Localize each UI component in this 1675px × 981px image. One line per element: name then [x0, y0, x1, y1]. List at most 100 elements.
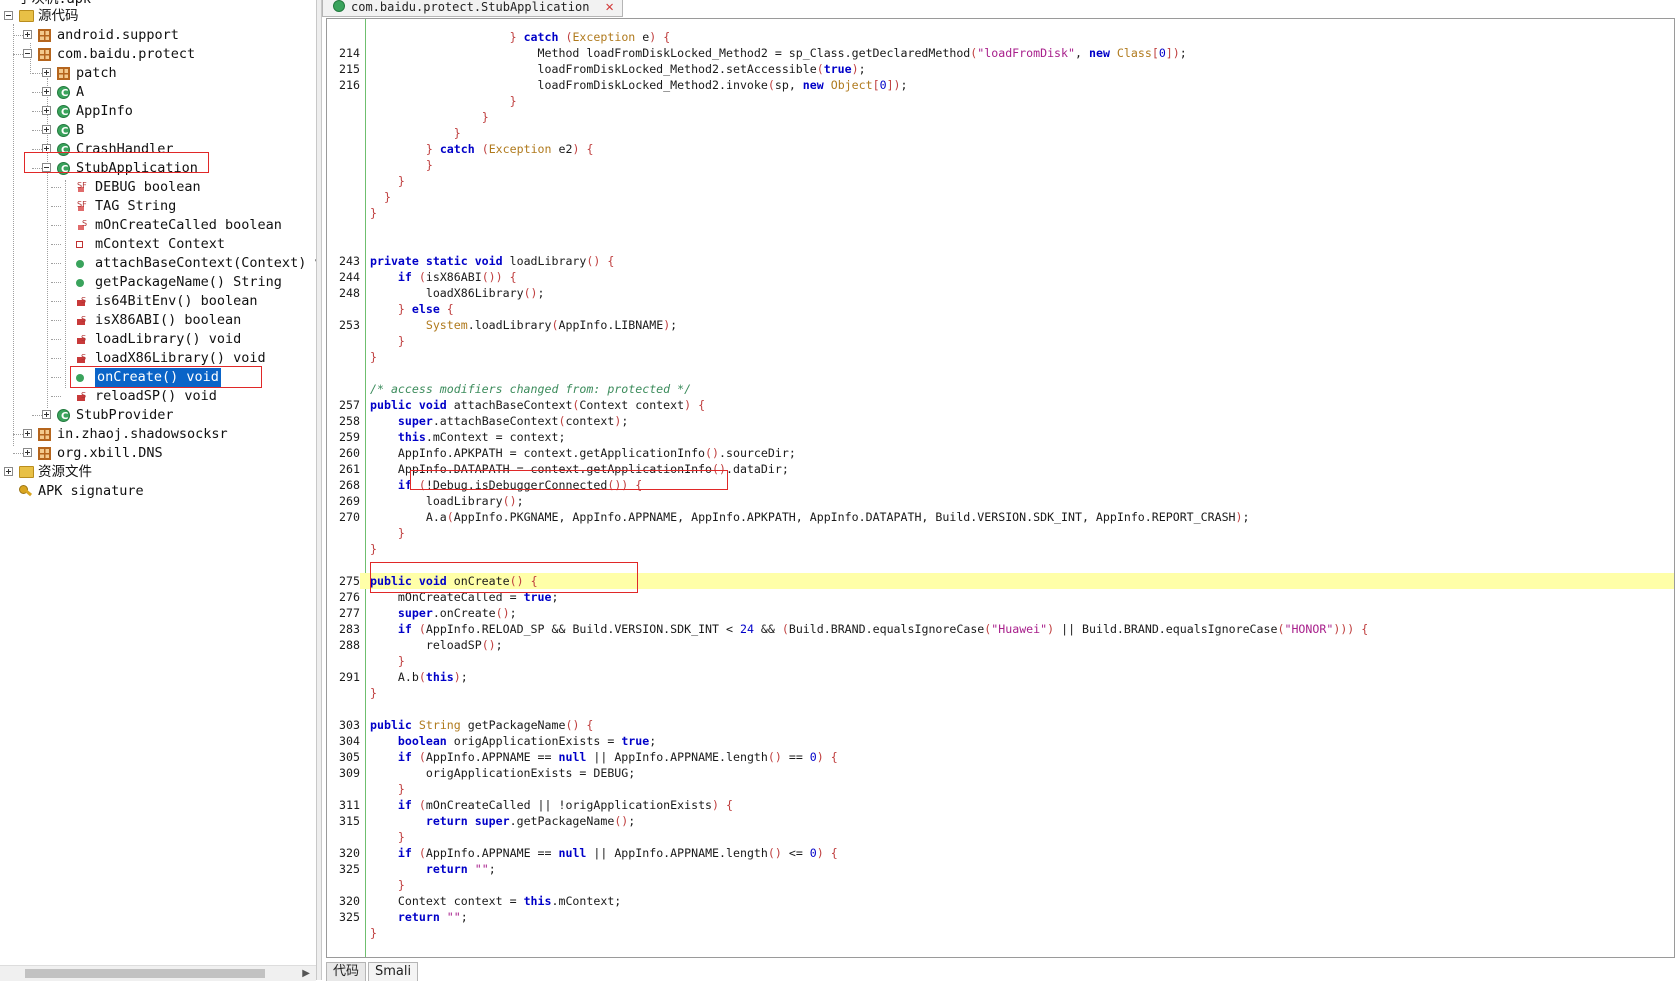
code-line[interactable]: 320 if (AppInfo.APPNAME == null || AppIn…: [327, 845, 1674, 861]
tree-horizontal-scrollbar[interactable]: ▶: [0, 965, 316, 981]
tree-item[interactable]: com.baidu.protect: [0, 45, 318, 64]
collapse-icon[interactable]: [4, 11, 13, 20]
tree-item[interactable]: APK signature: [0, 482, 318, 501]
tree-item[interactable]: mContext Context: [0, 235, 318, 254]
code-line[interactable]: 214 Method loadFromDiskLocked_Method2 = …: [327, 45, 1674, 61]
tree-item[interactable]: in.zhaoj.shadowsocksr: [0, 425, 318, 444]
code-line[interactable]: 305 if (AppInfo.APPNAME == null || AppIn…: [327, 749, 1674, 765]
code-line[interactable]: 261 AppInfo.DATAPATH = context.getApplic…: [327, 461, 1674, 477]
tree-item[interactable]: patch: [0, 64, 318, 83]
code-line[interactable]: 269 loadLibrary();: [327, 493, 1674, 509]
code-line[interactable]: }: [327, 957, 1675, 958]
code-line[interactable]: }: [327, 685, 1674, 701]
tree-item[interactable]: StubProvider: [0, 406, 318, 426]
tree-item[interactable]: AppInfo: [0, 102, 318, 122]
code-line[interactable]: [327, 221, 1674, 237]
code-line[interactable]: 216 loadFromDiskLocked_Method2.invoke(sp…: [327, 77, 1674, 93]
expand-icon[interactable]: [23, 448, 32, 457]
code-line[interactable]: 276 mOnCreateCalled = true;: [327, 589, 1674, 605]
tree-item[interactable]: loadX86Library() void: [0, 348, 318, 368]
code-line[interactable]: }: [327, 157, 1674, 173]
expand-icon[interactable]: [23, 429, 32, 438]
scrollbar-thumb[interactable]: [25, 969, 265, 978]
code-line[interactable]: 309 origApplicationExists = DEBUG;: [327, 765, 1674, 781]
tree-item[interactable]: B: [0, 121, 318, 141]
code-line[interactable]: 325 return "";: [327, 861, 1674, 877]
code-line[interactable]: [327, 237, 1674, 253]
tab-smali[interactable]: Smali: [368, 962, 419, 981]
tree-item[interactable]: getPackageName() String: [0, 273, 318, 292]
code-line[interactable]: }: [327, 829, 1674, 845]
code-line[interactable]: }: [327, 877, 1674, 893]
code-line[interactable]: }: [327, 109, 1674, 125]
code-line[interactable]: 260 AppInfo.APKPATH = context.getApplica…: [327, 445, 1674, 461]
close-tab-icon[interactable]: ✕: [605, 0, 613, 15]
code-line[interactable]: 248 loadX86Library();: [327, 285, 1674, 301]
code-line[interactable]: 270 A.a(AppInfo.PKGNAME, AppInfo.APPNAME…: [327, 509, 1674, 525]
code-line[interactable]: 291 A.b(this);: [327, 669, 1674, 685]
code-line[interactable]: }: [327, 781, 1674, 797]
tree-item[interactable]: StubApplication: [0, 159, 318, 179]
code-line[interactable]: 325 return "";: [327, 909, 1674, 925]
code-line[interactable]: 315 return super.getPackageName();: [327, 813, 1674, 829]
code-line[interactable]: }: [327, 205, 1674, 221]
code-line[interactable]: 277 super.onCreate();: [327, 605, 1674, 621]
expand-icon[interactable]: [42, 87, 51, 96]
code-line[interactable]: } else {: [327, 301, 1674, 317]
code-line[interactable]: }: [327, 349, 1674, 365]
code-line[interactable]: 244 if (isX86ABI()) {: [327, 269, 1674, 285]
scroll-right-arrow-icon[interactable]: ▶: [302, 968, 310, 979]
code-line[interactable]: 320 Context context = this.mContext;: [327, 893, 1674, 909]
code-line[interactable]: [327, 941, 1674, 957]
code-line[interactable]: }: [327, 189, 1674, 205]
tree-item[interactable]: loadLibrary() void: [0, 329, 318, 349]
code-line[interactable]: /* access modifiers changed from: protec…: [327, 381, 1674, 397]
code-line[interactable]: 275 public void onCreate() {: [327, 573, 1674, 589]
expand-icon[interactable]: [42, 144, 51, 153]
collapse-icon[interactable]: [23, 49, 32, 58]
code-line[interactable]: 283 if (AppInfo.RELOAD_SP && Build.VERSI…: [327, 621, 1674, 637]
tree-item[interactable]: A: [0, 83, 318, 103]
tree-item[interactable]: onCreate() void: [0, 368, 318, 387]
code-line[interactable]: } catch (Exception e2) {: [327, 141, 1674, 157]
tree-item[interactable]: attachBaseContext(Context) v: [0, 254, 318, 273]
code-line[interactable]: [327, 701, 1674, 717]
tree-item[interactable]: DEBUG boolean: [0, 176, 318, 197]
expand-icon[interactable]: [23, 30, 32, 39]
code-line[interactable]: 257 public void attachBaseContext(Context…: [327, 397, 1674, 413]
code-line[interactable]: 304 boolean origApplicationExists = true…: [327, 733, 1674, 749]
code-view[interactable]: } catch (Exception e) {214 Method loadFr…: [326, 18, 1675, 958]
tree-item[interactable]: org.xbill.DNS: [0, 444, 318, 463]
tree-item[interactable]: reloadSP() void: [0, 386, 318, 406]
code-line[interactable]: }: [327, 525, 1674, 541]
expand-icon[interactable]: [42, 125, 51, 134]
tab-stub-application[interactable]: com.baidu.protect.StubApplication ✕: [322, 0, 623, 17]
code-line[interactable]: 268 if (!Debug.isDebuggerConnected()) {: [327, 477, 1674, 493]
expand-icon[interactable]: [42, 68, 51, 77]
tree-item[interactable]: 资源文件: [0, 463, 318, 482]
code-line[interactable]: }: [327, 925, 1674, 941]
tree-item[interactable]: 源代码: [0, 7, 318, 26]
code-line[interactable]: 303 public String getPackageName() {: [327, 717, 1674, 733]
code-line[interactable]: }: [327, 653, 1674, 669]
code-line[interactable]: 311 if (mOnCreateCalled || !origApplicat…: [327, 797, 1674, 813]
code-line[interactable]: } catch (Exception e) {: [327, 29, 1674, 45]
code-line[interactable]: 288 reloadSP();: [327, 637, 1674, 653]
tree-item[interactable]: CrashHandler: [0, 140, 318, 160]
expand-icon[interactable]: [4, 467, 13, 476]
tree-item[interactable]: android.support: [0, 26, 318, 45]
code-line[interactable]: [327, 365, 1674, 381]
tree-item[interactable]: mOnCreateCalled boolean: [0, 214, 318, 235]
code-line[interactable]: }: [327, 125, 1674, 141]
collapse-icon[interactable]: [42, 163, 51, 172]
code-line[interactable]: }: [327, 173, 1674, 189]
tree-item[interactable]: isX86ABI() boolean: [0, 310, 318, 330]
code-line[interactable]: 258 super.attachBaseContext(context);: [327, 413, 1674, 429]
tab-code[interactable]: 代码: [326, 962, 367, 981]
code-line[interactable]: 259 this.mContext = context;: [327, 429, 1674, 445]
expand-icon[interactable]: [42, 410, 51, 419]
tree-item[interactable]: is64BitEnv() boolean: [0, 291, 318, 311]
code-line[interactable]: 243 private static void loadLibrary() {: [327, 253, 1674, 269]
code-line[interactable]: }: [327, 541, 1674, 557]
code-line[interactable]: [327, 557, 1674, 573]
